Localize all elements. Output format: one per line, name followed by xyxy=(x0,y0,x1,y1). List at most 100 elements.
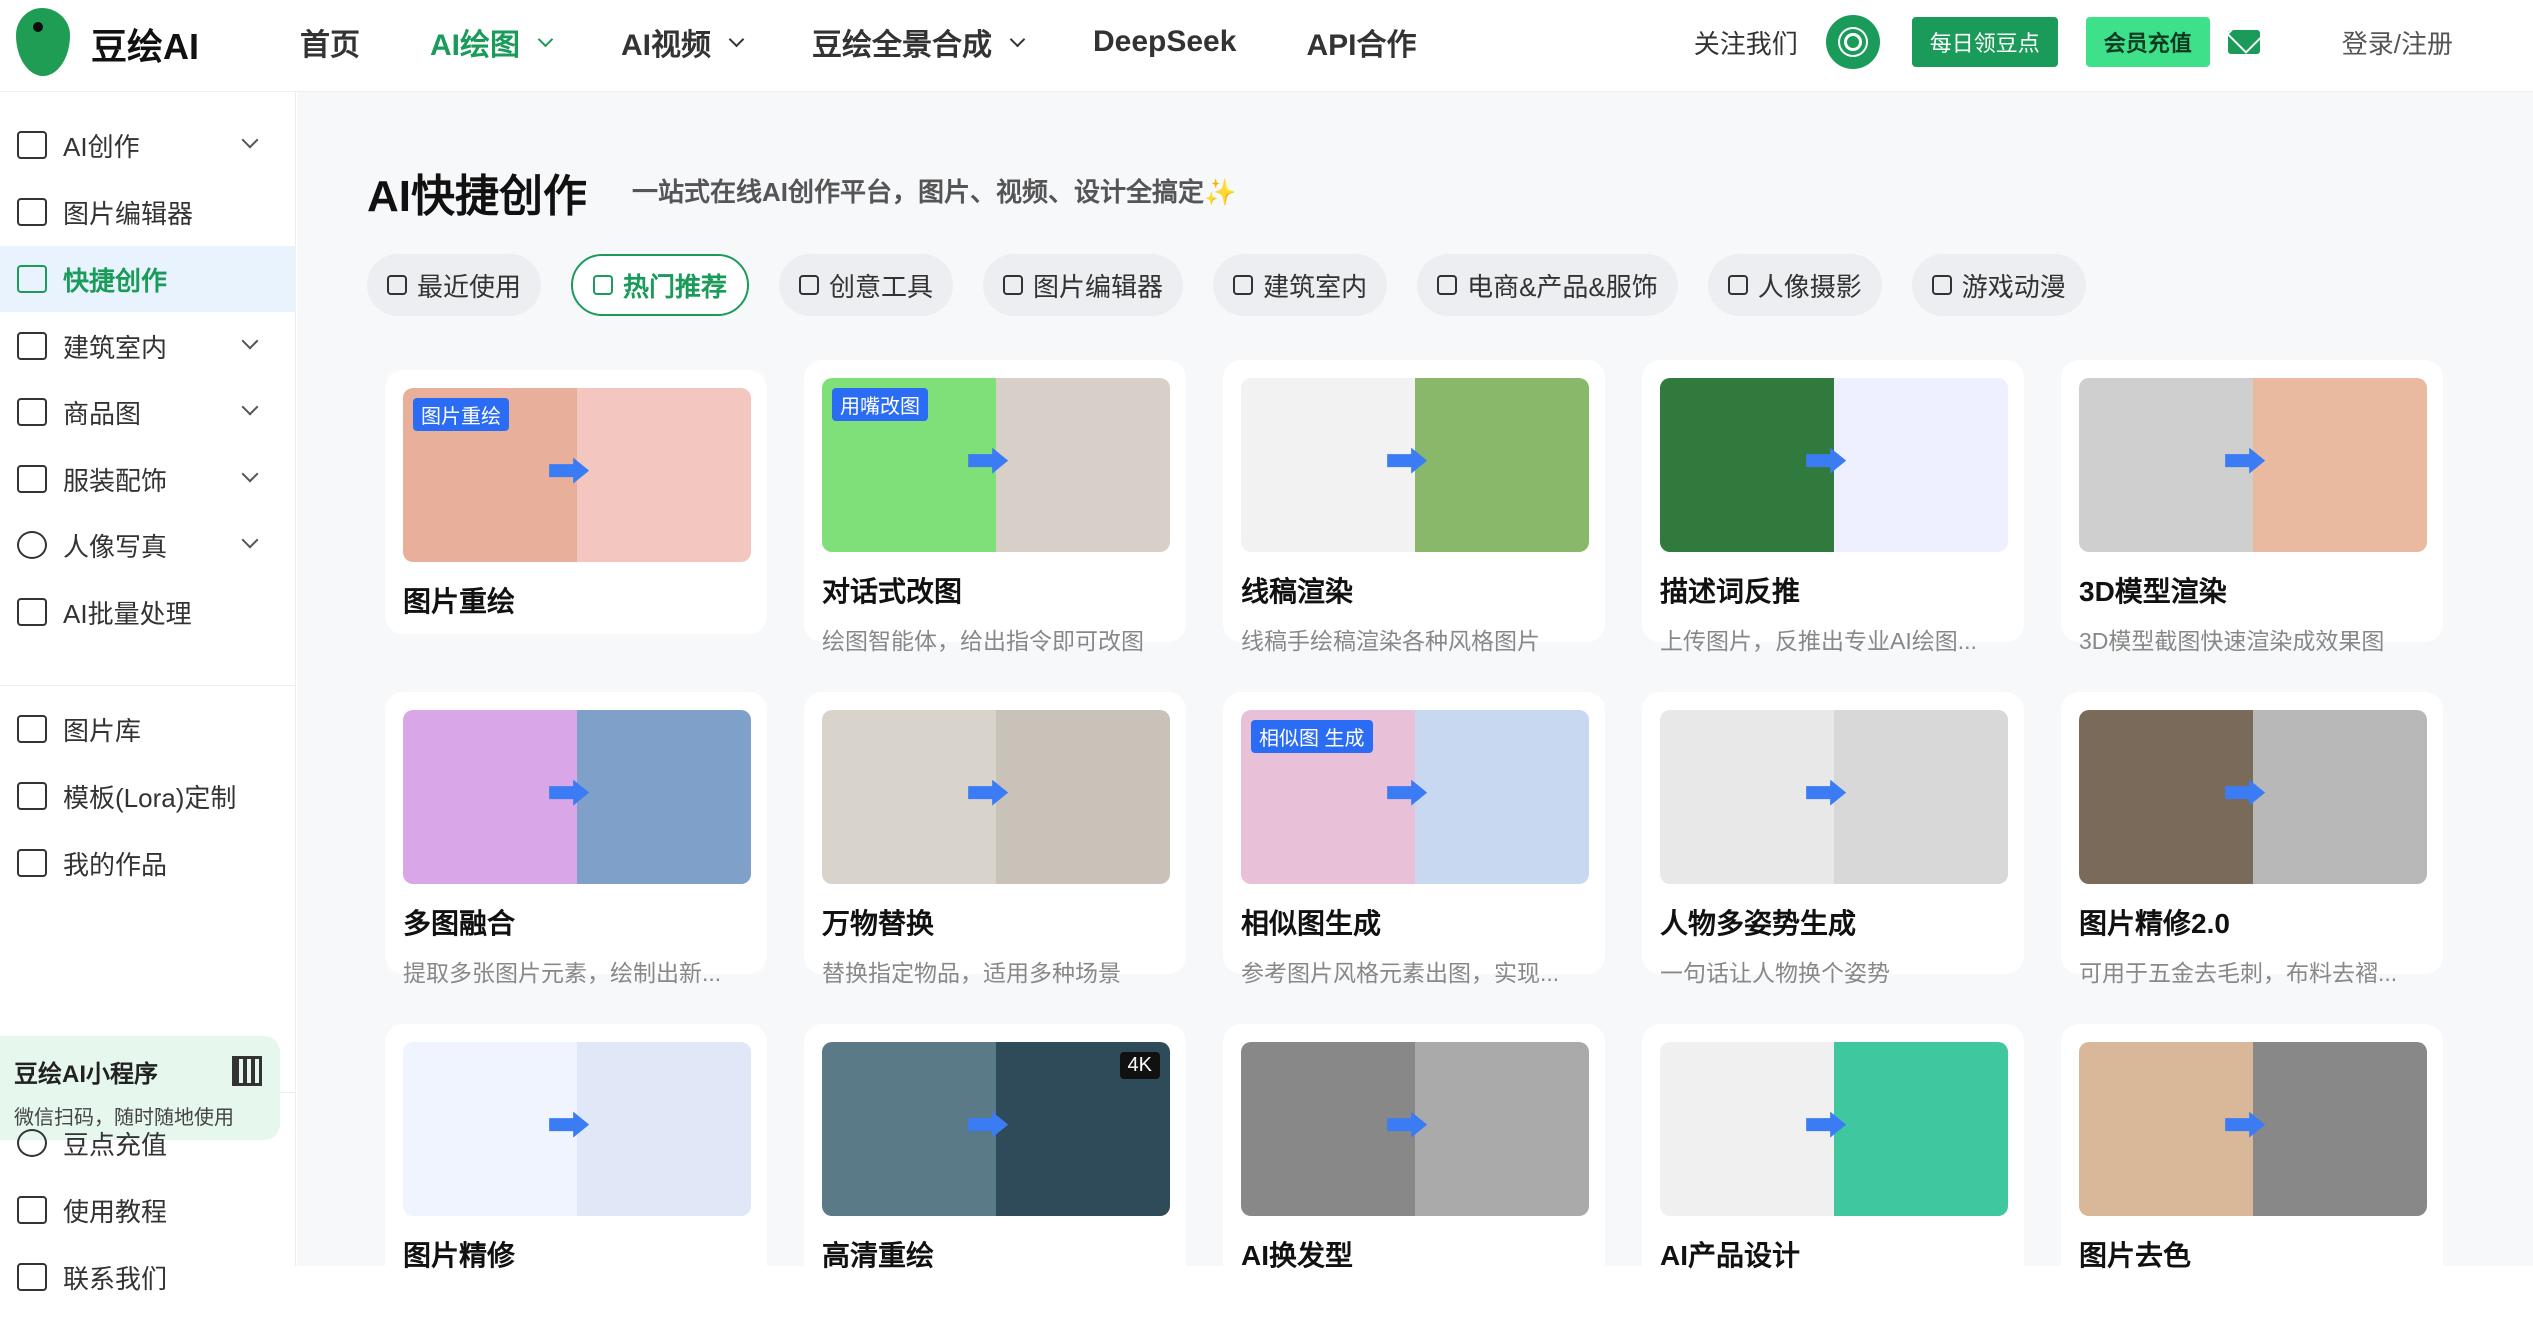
sidebar-item-7[interactable]: AI批量处理 xyxy=(0,579,296,645)
sidebar-item-label: 使用教程 xyxy=(63,1196,168,1227)
card-thumbnail xyxy=(1241,1042,1589,1216)
card-description: 上传图片，反推出专业AI绘图... xyxy=(1660,628,1977,654)
card-title: 人物多姿势生成 xyxy=(1660,908,1857,939)
logo-icon[interactable] xyxy=(16,8,70,76)
tab-label: 建筑室内 xyxy=(1263,271,1368,302)
tab-5[interactable]: 电商&产品&服饰 xyxy=(1417,254,1678,316)
tool-card[interactable]: 相似图 生成 相似图生成 参考图片风格元素出图，实现... xyxy=(1223,692,1605,986)
app-name[interactable]: 豆绘AI xyxy=(91,18,199,70)
follow-us-link[interactable]: 关注我们 xyxy=(1694,24,1798,61)
tab-label: 最近使用 xyxy=(417,271,522,302)
sidebar-item-10[interactable]: 我的作品 xyxy=(0,830,296,896)
card-title: 多图融合 xyxy=(403,908,516,939)
login-register-link[interactable]: 登录/注册 xyxy=(2342,24,2453,61)
card-title: 对话式改图 xyxy=(822,576,963,607)
nav-item-1[interactable]: AI绘图 xyxy=(430,20,554,64)
sidebar-item-6[interactable]: 人像写真 xyxy=(0,512,296,578)
tab-3[interactable]: 图片编辑器 xyxy=(983,254,1184,316)
tab-label: 图片编辑器 xyxy=(1033,271,1164,302)
nav-item-label: 首页 xyxy=(300,29,360,62)
tool-card[interactable]: AI产品设计 xyxy=(1642,1024,2024,1334)
card-title: 相似图生成 xyxy=(1241,908,1382,939)
main-content: AI快捷创作 一站式在线AI创作平台，图片、视频、设计全搞定✨ 最近使用 热门推荐… xyxy=(297,92,2533,1334)
nav-item-4[interactable]: DeepSeek xyxy=(1093,25,1236,59)
sidebar-item-0[interactable]: AI创作 xyxy=(0,112,296,178)
card-thumbnail xyxy=(1660,1042,2008,1216)
tool-card[interactable]: 4K 高清重绘 xyxy=(804,1024,1186,1334)
tab-0[interactable]: 最近使用 xyxy=(367,254,542,316)
tutorial-icon xyxy=(17,1196,47,1224)
sidebar-item-5[interactable]: 服装配饰 xyxy=(0,446,296,512)
camera-icon xyxy=(17,531,47,559)
tab-label: 热门推荐 xyxy=(623,271,728,302)
card-title: 3D模型渲染 xyxy=(2079,576,2227,607)
tool-card[interactable]: 图片精修 xyxy=(385,1024,767,1334)
qr-code-icon[interactable] xyxy=(232,1056,262,1086)
page-title: AI快捷创作 xyxy=(367,172,587,221)
top-header: 豆绘AI 首页 AI绘图 AI视频 豆绘全景合成 DeepSeek API合作 关注我们 … xyxy=(0,0,2533,92)
chevron-down-icon xyxy=(1009,31,1026,47)
member-recharge-button[interactable]: 会员充值 xyxy=(2085,17,2210,67)
card-title: 万物替换 xyxy=(822,908,935,939)
card-title: 图片重绘 xyxy=(403,586,516,617)
tool-card[interactable]: 图片精修2.0 可用于五金去毛刺，布料去褶... xyxy=(2061,692,2443,986)
nav-item-5[interactable]: API合作 xyxy=(1306,20,1416,64)
card-thumbnail xyxy=(2079,710,2427,884)
mail-icon[interactable] xyxy=(2227,30,2260,54)
tab-1[interactable]: 热门推荐 xyxy=(571,254,750,316)
tool-card[interactable]: 多图融合 提取多张图片元素，绘制出新... xyxy=(385,692,767,986)
sidebar-item-3[interactable]: 建筑室内 xyxy=(0,313,296,379)
building-icon xyxy=(17,332,47,360)
nav-item-label: API合作 xyxy=(1306,29,1417,62)
card-thumbnail xyxy=(1660,378,2008,552)
sidebar-item-13[interactable]: 联系我们 xyxy=(0,1244,296,1310)
tool-card[interactable]: 3D模型渲染 3D模型截图快速渲染成效果图 xyxy=(2061,360,2443,654)
sidebar-item-label: 图片库 xyxy=(63,715,142,746)
card-thumbnail xyxy=(1241,378,1589,552)
tab-4[interactable]: 建筑室内 xyxy=(1213,254,1388,316)
tab-6[interactable]: 人像摄影 xyxy=(1707,254,1882,316)
sidebar-item-8[interactable]: 图片库 xyxy=(0,696,296,762)
template-icon xyxy=(17,782,47,810)
tool-card[interactable]: 用嘴改图 对话式改图 绘图智能体，给出指令即可改图 xyxy=(804,360,1186,654)
card-thumbnail xyxy=(2079,378,2427,552)
box-icon xyxy=(1931,275,1952,295)
sidebar-item-1[interactable]: 图片编辑器 xyxy=(0,179,296,245)
category-tabs: 最近使用 热门推荐 创意工具 图片编辑器 建筑室内 电商&产品&服饰 人像摄影 游戏动漫 xyxy=(367,254,2116,316)
nav-item-label: DeepSeek xyxy=(1093,25,1237,58)
header-actions: 关注我们 每日领豆点 会员充值 登录/注册 xyxy=(1694,0,2533,84)
tool-card[interactable]: 描述词反推 上传图片，反推出专业AI绘图... xyxy=(1642,360,2024,654)
card-thumbnail xyxy=(1660,710,2008,884)
tool-card[interactable]: 万物替换 替换指定物品，适用多种场景 xyxy=(804,692,1186,986)
nav-item-0[interactable]: 首页 xyxy=(300,20,360,64)
daily-points-button[interactable]: 每日领豆点 xyxy=(1911,17,2058,67)
cube-icon xyxy=(17,265,47,293)
tool-card[interactable]: 图片去色 xyxy=(2061,1024,2443,1334)
sidebar-item-9[interactable]: 模板(Lora)定制 xyxy=(0,763,296,829)
tab-2[interactable]: 创意工具 xyxy=(779,254,954,316)
sidebar-item-11[interactable]: 豆点充值 xyxy=(0,1110,296,1176)
nav-item-2[interactable]: AI视频 xyxy=(621,20,745,64)
card-title: 线稿渲染 xyxy=(1241,576,1354,607)
document-icon xyxy=(17,849,47,877)
tool-card[interactable]: 人物多姿势生成一句话让人物换个姿势 xyxy=(1642,692,2024,986)
chevron-down-icon xyxy=(537,31,554,47)
page-subtitle: 一站式在线AI创作平台，图片、视频、设计全搞定✨ xyxy=(632,177,1237,207)
zip-icon xyxy=(17,598,47,626)
tool-card[interactable]: AI换发型 xyxy=(1223,1024,1605,1334)
sidebar-item-2[interactable]: 快捷创作 xyxy=(0,246,296,312)
sidebar-item-12[interactable]: 使用教程 xyxy=(0,1177,296,1243)
theme-toggle-button[interactable] xyxy=(1825,15,1880,69)
tool-card[interactable]: 图片重绘 图片重绘 xyxy=(385,370,767,634)
card-title: 图片去色 xyxy=(2079,1240,2192,1271)
card-description: 可用于五金去毛刺，布料去褶... xyxy=(2079,960,2398,986)
chevron-down-icon xyxy=(241,531,259,549)
nav-item-3[interactable]: 豆绘全景合成 xyxy=(812,20,1026,64)
tab-7[interactable]: 游戏动漫 xyxy=(1911,254,2086,316)
sidebar-item-4[interactable]: 商品图 xyxy=(0,379,296,445)
card-description: 一句话让人物换个姿势 xyxy=(1660,960,1890,986)
tool-card[interactable]: 线稿渲染 线稿手绘稿渲染各种风格图片 xyxy=(1223,360,1605,654)
ai-create-icon xyxy=(17,131,47,159)
nav-item-label: 豆绘全景合成 xyxy=(812,29,992,62)
camera-icon xyxy=(1727,275,1748,295)
